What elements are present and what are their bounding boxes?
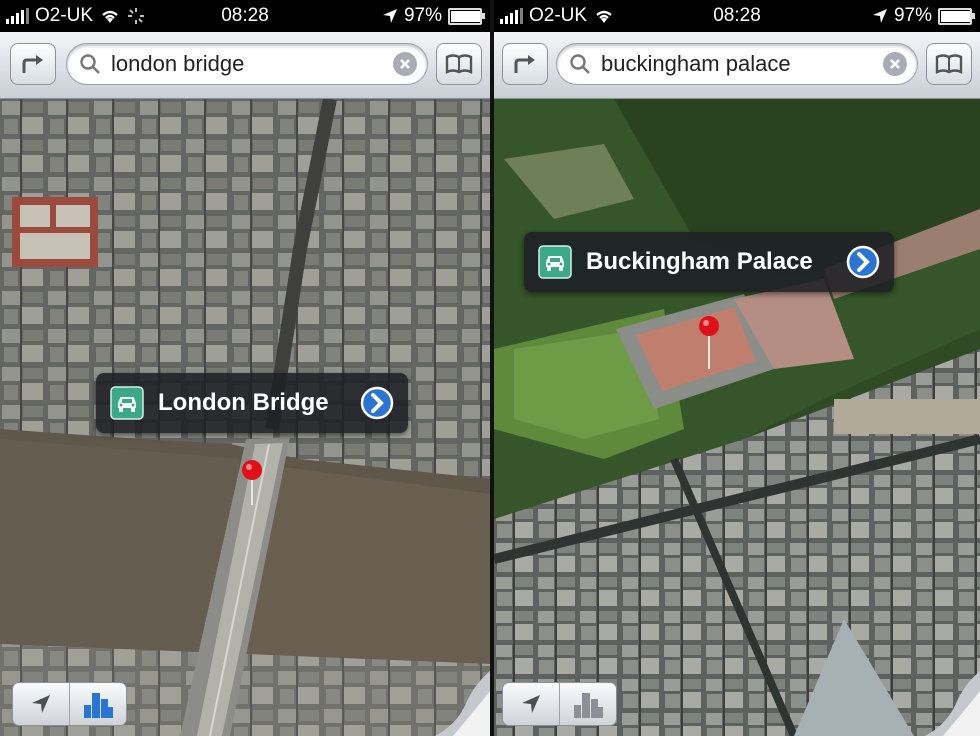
directions-button[interactable] — [502, 43, 548, 85]
car-icon — [110, 386, 144, 420]
battery-fill — [451, 10, 481, 22]
battery-percentage: 97% — [403, 5, 442, 26]
search-field[interactable] — [556, 43, 918, 85]
battery-icon — [448, 7, 485, 25]
location-button[interactable] — [13, 683, 69, 725]
maps-toolbar — [494, 32, 980, 99]
3d-view-button[interactable] — [559, 683, 616, 725]
map-pin[interactable] — [697, 315, 721, 376]
bookmarks-button[interactable] — [926, 43, 972, 85]
directions-icon — [22, 55, 43, 73]
maps-toolbar — [0, 32, 490, 99]
screenshot-root: O2-UK 08:28 97% london bridge London Bri… — [0, 0, 980, 736]
bookmarks-icon — [935, 54, 963, 74]
pin-icon — [699, 316, 719, 369]
search-icon — [80, 54, 100, 74]
callout-title: Buckingham Palace — [586, 248, 813, 275]
location-arrow-icon — [522, 695, 540, 713]
search-input[interactable] — [599, 48, 873, 80]
battery-icon — [938, 7, 975, 25]
disclosure-arrow-icon[interactable] — [846, 245, 880, 279]
page-curl-icon[interactable] — [435, 671, 490, 736]
satellite-map-view[interactable]: London Bridge — [0, 99, 490, 736]
3d-buildings-icon — [574, 693, 603, 718]
callout-title: London Bridge — [158, 389, 329, 416]
status-bar: O2-UK 08:28 97% — [0, 0, 490, 32]
bookmarks-icon — [445, 54, 473, 74]
status-bar: O2-UK 08:28 97% — [494, 0, 980, 32]
clear-icon — [890, 59, 900, 69]
map-pin[interactable] — [240, 459, 264, 512]
location-callout[interactable]: Buckingham Palace — [524, 232, 894, 292]
clear-icon — [400, 59, 410, 69]
search-icon — [570, 54, 590, 74]
directions-icon — [514, 55, 535, 73]
map-imagery — [494, 99, 980, 736]
satellite-map-view[interactable]: Buckingham Palace — [494, 99, 980, 736]
3d-buildings-icon — [84, 693, 113, 718]
car-icon — [538, 245, 572, 279]
battery-fill — [941, 10, 971, 22]
search-input[interactable] — [109, 48, 383, 80]
map-controls — [502, 682, 617, 726]
page-curl-icon[interactable] — [925, 671, 980, 736]
clear-search-button[interactable] — [393, 52, 417, 76]
right-phone-screen: O2-UK 08:28 97% buckingham palace Buckin… — [494, 0, 980, 736]
location-services-icon — [382, 9, 397, 23]
3d-view-button[interactable] — [69, 683, 126, 725]
left-phone-screen: O2-UK 08:28 97% london bridge London Bri… — [0, 0, 490, 736]
search-field[interactable] — [66, 43, 428, 85]
location-callout[interactable]: London Bridge — [96, 373, 408, 433]
location-services-icon — [872, 9, 887, 23]
location-arrow-icon — [32, 695, 50, 713]
clear-search-button[interactable] — [883, 52, 907, 76]
disclosure-arrow-icon[interactable] — [360, 386, 394, 420]
map-controls — [12, 682, 127, 726]
location-button[interactable] — [503, 683, 559, 725]
battery-percentage: 97% — [893, 5, 932, 26]
bookmarks-button[interactable] — [436, 43, 482, 85]
pin-icon — [242, 460, 262, 505]
directions-button[interactable] — [10, 43, 56, 85]
